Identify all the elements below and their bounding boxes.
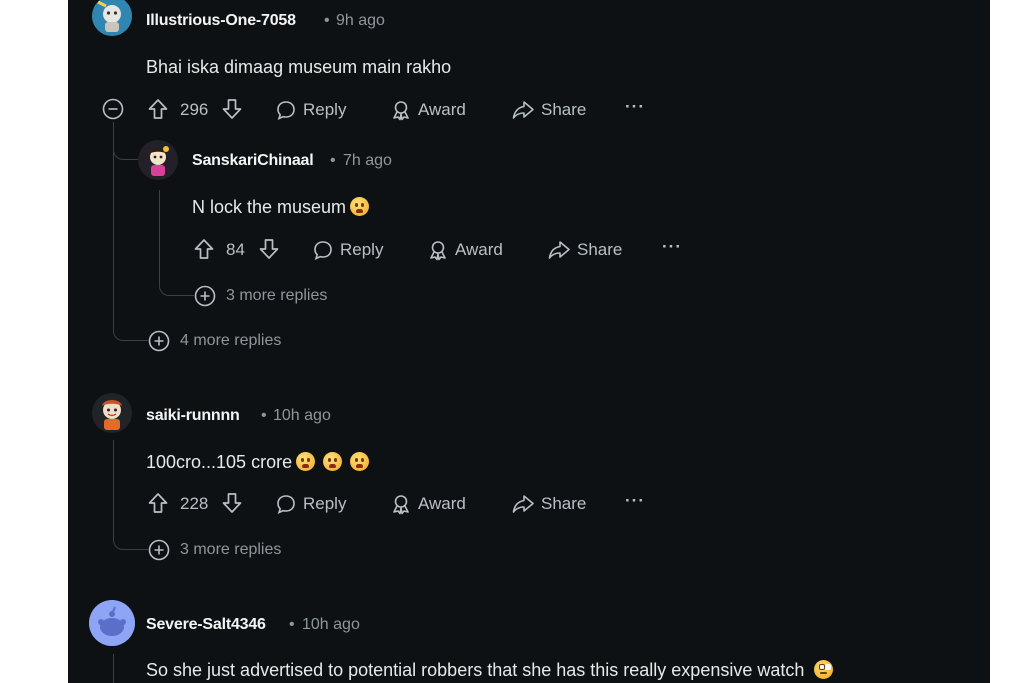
reply-button[interactable]: Reply [275,99,346,121]
share-icon [512,495,534,513]
separator-dot: • [261,407,267,424]
collapse-icon[interactable] [102,98,124,120]
comment-body: Bhai iska dimaag museum main rakho [146,57,452,77]
avatar[interactable] [92,393,132,433]
downvote-icon[interactable] [258,238,280,260]
comment-body: N lock the museum [192,197,370,218]
upvote-icon[interactable] [193,238,215,260]
award-label: Award [418,494,466,513]
avatar-icon [92,0,132,36]
overflow-icon[interactable]: ··· [625,491,645,511]
thread-elbow-1b [113,320,148,341]
separator-dot: • [330,152,336,169]
award-button[interactable]: Award [390,99,466,121]
share-label: Share [541,100,587,119]
share-icon [548,241,570,259]
overflow-icon[interactable]: ··· [625,97,645,117]
award-icon [393,101,409,121]
comment-body-text: So she just advertised to potential robb… [146,660,805,680]
eye-roll-emoji-icon [814,660,834,679]
avatar-icon [92,393,132,433]
award-button[interactable]: Award [427,239,503,261]
share-label: Share [577,240,623,259]
thread-elbow-3 [113,530,148,550]
comment-timestamp[interactable]: 9h ago [336,12,385,30]
reply-label: Reply [303,100,347,119]
separator-dot: • [324,12,330,29]
expand-icon [148,539,170,561]
reply-bubble-icon [277,495,295,514]
comment-body-text: N lock the museum [192,197,347,217]
crying-face-emoji-icon [296,452,316,471]
crying-face-emoji-icon [350,452,370,471]
comment-body-text: 100cro...105 crore [146,452,293,472]
comment-timestamp[interactable]: 10h ago [273,407,331,425]
vote-count: 228 [180,494,209,513]
more-replies-button[interactable]: 4 more replies [148,330,281,352]
reply-bubble-icon [277,101,295,120]
comment-author[interactable]: saiki-runnnn [146,407,240,425]
reply-bubble-icon [314,241,332,260]
thread-elbow-2 [159,275,194,296]
thread-line-2[interactable] [159,190,160,285]
comment-body: So she just advertised to potential robb… [146,660,834,681]
vote-count: 296 [180,100,209,119]
avatar[interactable] [92,0,132,36]
award-label: Award [455,240,503,259]
share-icon [512,101,534,119]
comment-author[interactable]: Severe-Salt4346 [146,616,266,634]
more-replies-label: 3 more replies [180,541,282,558]
vote-count: 84 [226,240,245,259]
comment-timestamp[interactable]: 7h ago [343,152,392,170]
comment-timestamp[interactable]: 10h ago [302,616,360,634]
share-label: Share [541,494,587,513]
comment-thread: Illustrious-One-7058 • 9h ago Bhai iska … [68,0,990,683]
avatar-icon [138,140,178,180]
comment-author[interactable]: SanskariChinaal [192,152,314,170]
expand-icon [194,285,216,307]
share-button[interactable]: Share [547,239,622,261]
downvote-icon[interactable] [221,98,243,120]
award-icon [393,495,409,515]
more-replies-button[interactable]: 3 more replies [194,285,327,307]
upvote-icon[interactable] [147,98,169,120]
more-replies-label: 3 more replies [226,287,328,304]
reply-label: Reply [303,494,347,513]
snoo-avatar-icon [89,600,135,646]
upvote-icon[interactable] [147,492,169,514]
downvote-icon[interactable] [221,492,243,514]
avatar[interactable] [89,600,135,646]
award-icon [430,241,446,261]
crying-face-emoji-icon [323,452,343,471]
award-button[interactable]: Award [390,493,466,515]
separator-dot: • [289,616,295,633]
thread-elbow-1a [113,140,138,160]
share-button[interactable]: Share [511,99,586,121]
comment-author[interactable]: Illustrious-One-7058 [146,12,296,30]
more-replies-button[interactable]: 3 more replies [148,539,281,561]
thread-line-3[interactable] [113,440,114,540]
expand-icon [148,330,170,352]
thread-line-4[interactable] [113,654,114,683]
overflow-icon[interactable]: ··· [662,237,682,257]
avatar[interactable] [138,140,178,180]
reply-button[interactable]: Reply [312,239,383,261]
share-button[interactable]: Share [511,493,586,515]
comment-body: 100cro...105 crore [146,452,370,473]
more-replies-label: 4 more replies [180,332,282,349]
crying-face-emoji-icon [350,197,370,216]
reply-label: Reply [340,240,384,259]
award-label: Award [418,100,466,119]
reply-button[interactable]: Reply [275,493,346,515]
